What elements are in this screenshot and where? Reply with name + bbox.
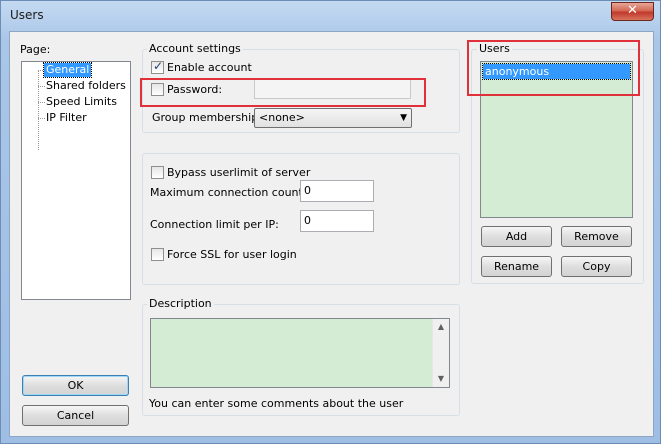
dialog-client-area: Page: General Shared folders Speed Limit… — [9, 31, 654, 437]
check-icon: ✓ — [153, 59, 164, 73]
page-tree[interactable]: General Shared folders Speed Limits IP F… — [21, 61, 131, 300]
page-label: Page: — [20, 43, 51, 56]
window-title: Users — [10, 8, 44, 22]
add-user-button[interactable]: Add — [481, 226, 552, 247]
tree-item-speed-limits[interactable]: Speed Limits — [46, 95, 117, 109]
title-bar[interactable]: Users ✕ — [1, 1, 660, 31]
bypass-userlimit-label: Bypass userlimit of server — [167, 166, 311, 179]
description-label: Description — [147, 297, 214, 310]
group-membership-label: Group membership: — [152, 111, 262, 124]
remove-user-button[interactable]: Remove — [561, 226, 632, 247]
tree-connector-line — [38, 102, 45, 103]
description-hint: You can enter some comments about the us… — [149, 397, 404, 410]
force-ssl-checkbox[interactable] — [151, 248, 164, 261]
tree-connector-line — [38, 118, 45, 119]
bypass-userlimit-checkbox[interactable] — [151, 166, 164, 179]
scroll-up-icon[interactable]: ▲ — [433, 319, 449, 335]
force-ssl-label: Force SSL for user login — [167, 248, 297, 261]
tree-connector-line — [38, 86, 45, 87]
close-button[interactable]: ✕ — [611, 2, 654, 21]
chevron-down-icon: ▼ — [400, 113, 407, 123]
account-settings-label: Account settings — [147, 42, 243, 55]
tree-item-ip-filter[interactable]: IP Filter — [46, 111, 87, 125]
cancel-button[interactable]: Cancel — [22, 405, 129, 426]
conn-limit-per-ip-label: Connection limit per IP: — [150, 218, 279, 231]
close-icon: ✕ — [627, 3, 638, 18]
max-connection-label: Maximum connection count: — [150, 186, 307, 199]
scroll-down-icon[interactable]: ▼ — [433, 371, 449, 387]
password-highlight-box — [140, 78, 426, 107]
users-dialog-window: Users ✕ Page: General Shared folders Spe… — [0, 0, 661, 444]
max-connection-field[interactable]: 0 — [300, 180, 374, 202]
group-membership-select[interactable]: <none> ▼ — [254, 108, 412, 128]
conn-limit-per-ip-field[interactable]: 0 — [300, 210, 374, 232]
description-textarea[interactable]: ▲ ▼ — [150, 318, 450, 388]
rename-user-button[interactable]: Rename — [481, 256, 552, 277]
tree-connector-line — [38, 70, 39, 150]
ok-button[interactable]: OK — [22, 375, 129, 396]
tree-item-shared-folders[interactable]: Shared folders — [46, 79, 126, 93]
group-membership-value: <none> — [259, 111, 305, 124]
enable-account-label: Enable account — [167, 61, 252, 74]
users-highlight-box — [467, 40, 640, 96]
copy-user-button[interactable]: Copy — [561, 256, 632, 277]
description-scrollbar[interactable]: ▲ ▼ — [432, 319, 449, 387]
tree-item-general[interactable]: General — [42, 62, 93, 78]
enable-account-checkbox[interactable]: ✓ — [151, 59, 164, 74]
